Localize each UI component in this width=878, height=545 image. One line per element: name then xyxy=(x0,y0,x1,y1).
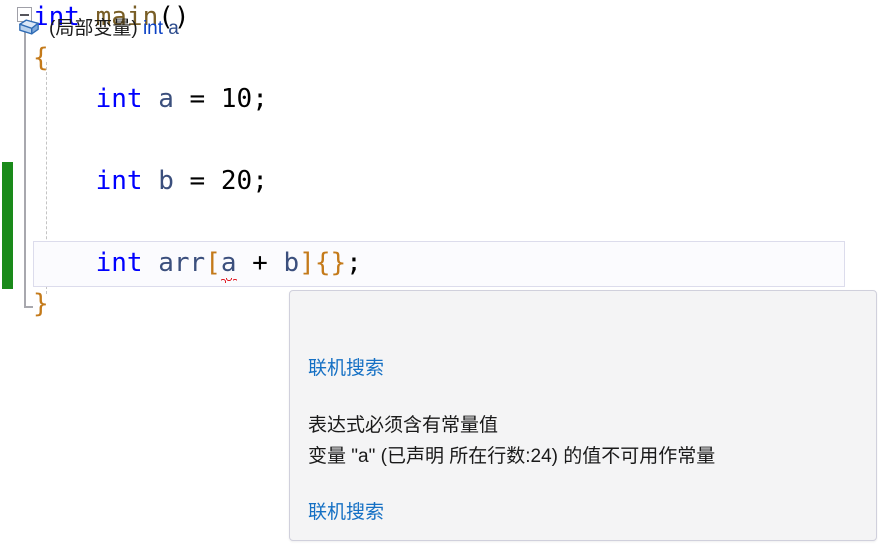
tooltip-message-line-2: 变量 "a" (已声明 所在行数:24) 的值不可用作常量 xyxy=(308,446,716,467)
tooltip-signature: (局部变量) int a xyxy=(49,13,179,40)
token-keyword-int: int xyxy=(95,84,143,114)
code-line-3[interactable]: int a = 10; xyxy=(33,86,268,112)
tooltip-signature-type: int xyxy=(142,18,164,39)
token-semicolon: ; xyxy=(252,84,268,114)
tooltip-message-line-1: 表达式必须含有常量值 xyxy=(308,415,499,436)
token-identifier-b: b xyxy=(158,166,174,196)
token-empty-braces: {} xyxy=(314,248,347,278)
tooltip-online-search-link-top[interactable]: 联机搜索 xyxy=(308,353,384,380)
token-open-brace: { xyxy=(33,43,49,73)
token-semicolon: ; xyxy=(252,166,268,196)
tooltip-signature-name: a xyxy=(168,18,179,39)
token-close-bracket: ] xyxy=(299,248,315,278)
code-line-2[interactable]: { xyxy=(33,45,49,71)
token-keyword-int: int xyxy=(95,248,143,278)
token-keyword-int: int xyxy=(95,166,143,196)
local-variable-box-icon xyxy=(19,18,39,35)
code-line-5[interactable]: int arr[a + b]{}; xyxy=(33,248,362,283)
token-number-10: 10 xyxy=(220,84,253,114)
token-open-bracket: [ xyxy=(205,248,221,278)
token-identifier-a: a xyxy=(158,84,174,114)
tooltip-signature-prefix: (局部变量) xyxy=(49,18,143,39)
code-line-6[interactable]: } xyxy=(33,291,49,317)
token-close-brace: } xyxy=(33,289,49,319)
token-semicolon: ; xyxy=(346,248,362,278)
token-identifier-a-error[interactable]: a xyxy=(220,250,237,283)
token-assign: = xyxy=(173,166,221,196)
token-number-20: 20 xyxy=(220,166,253,196)
token-identifier-b: b xyxy=(283,248,300,278)
token-assign: = xyxy=(173,84,221,114)
token-identifier-arr: arr xyxy=(158,248,206,278)
tooltip-online-search-link-bottom[interactable]: 联机搜索 xyxy=(308,497,384,524)
code-line-4[interactable]: int b = 20; xyxy=(33,168,268,194)
token-plus: + xyxy=(236,248,284,278)
tooltip-signature-row: (局部变量) int a xyxy=(18,13,179,40)
